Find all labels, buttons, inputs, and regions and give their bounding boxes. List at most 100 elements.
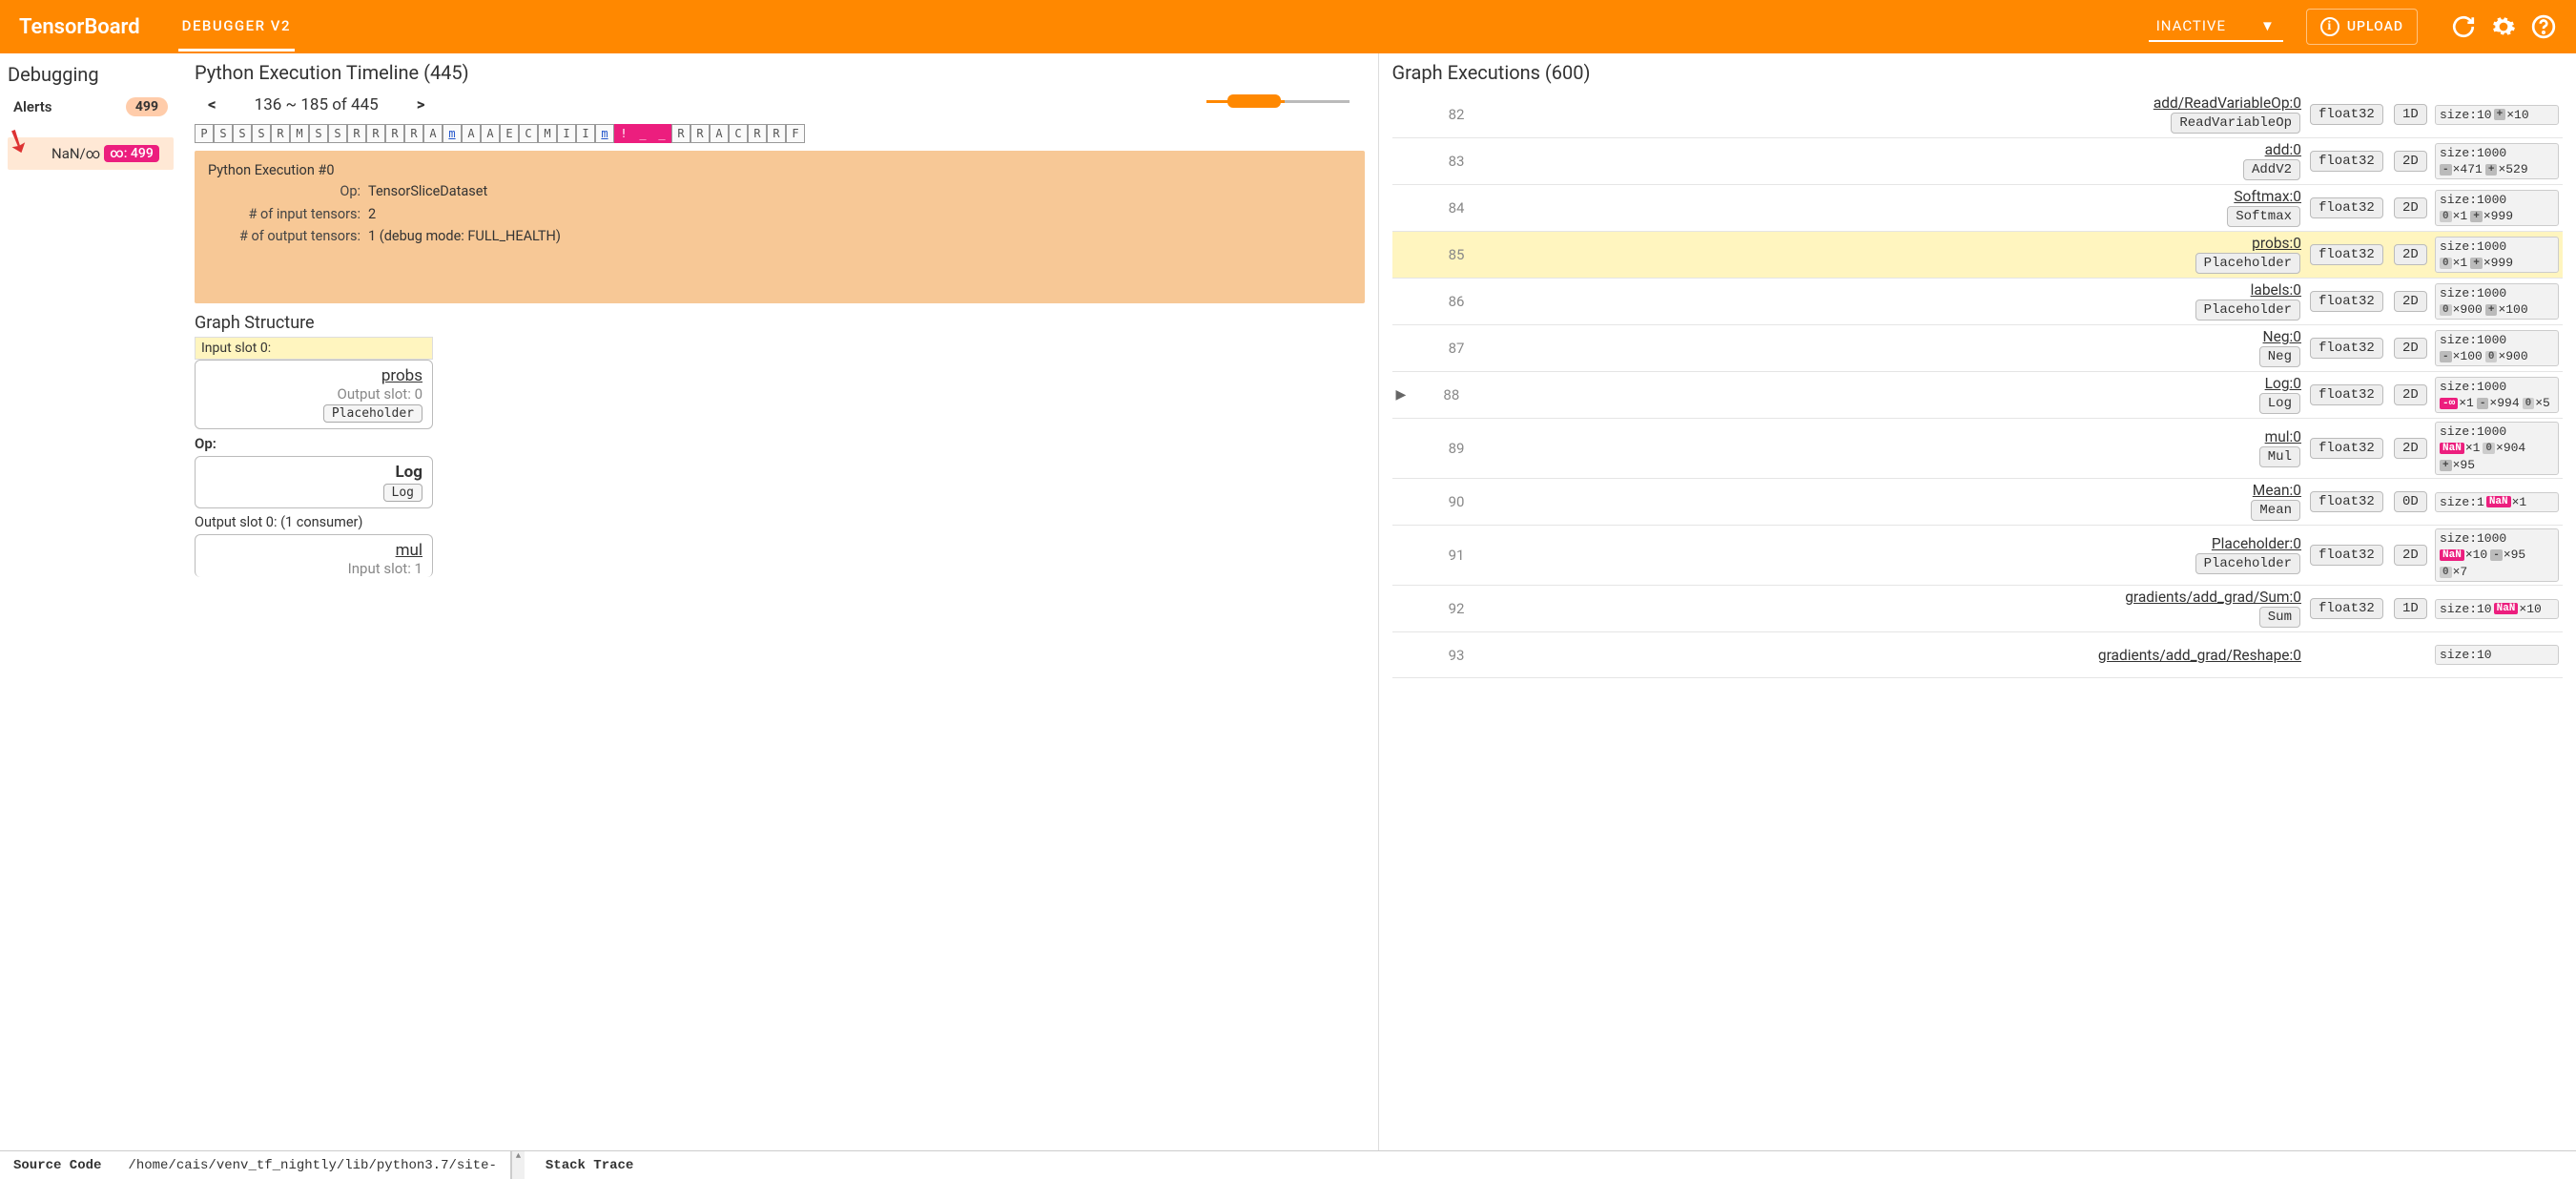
tensor-name[interactable]: Softmax:0: [1473, 188, 2302, 205]
input-node-meta: Output slot: 0: [205, 385, 422, 403]
graph-exec-list[interactable]: 82add/ReadVariableOp:0ReadVariableOpfloa…: [1392, 92, 2564, 1145]
timeline-cell[interactable]: A: [710, 124, 729, 143]
timeline-cell[interactable]: m: [595, 124, 614, 143]
tensor-name[interactable]: mul:0: [1473, 428, 2302, 445]
shape-pill: 2D: [2394, 338, 2427, 359]
op-pill: Mul: [2259, 446, 2300, 467]
input-node-op-pill: Placeholder: [323, 404, 422, 423]
graph-exec-panel: ➘ Graph Executions (600) 82add/ReadVaria…: [1379, 53, 2576, 1150]
graph-exec-title: Graph Executions (600): [1392, 61, 2564, 84]
tensor-name[interactable]: probs:0: [1473, 235, 2302, 252]
timeline-cell[interactable]: S: [309, 124, 328, 143]
timeline-nav: < 136 ~ 185 of 445 >: [195, 92, 1365, 118]
graph-exec-row[interactable]: 85probs:0Placeholderfloat322Dsize:10000×…: [1392, 232, 2564, 279]
timeline-cell[interactable]: I: [576, 124, 595, 143]
graph-structure-title: Graph Structure: [195, 313, 1365, 333]
tensor-name[interactable]: Mean:0: [1473, 482, 2302, 499]
timeline-cell[interactable]: S: [233, 124, 252, 143]
op-pill: ReadVariableOp: [2171, 113, 2300, 134]
timeline-cell[interactable]: R: [671, 124, 690, 143]
timeline-cell[interactable]: R: [404, 124, 423, 143]
timeline-cell[interactable]: R: [690, 124, 710, 143]
graph-exec-row[interactable]: 91Placeholder:0Placeholderfloat322Dsize:…: [1392, 526, 2564, 586]
timeline-cell[interactable]: E: [500, 124, 519, 143]
graph-exec-row[interactable]: 86labels:0Placeholderfloat322Dsize:10000…: [1392, 279, 2564, 325]
tensor-name[interactable]: Placeholder:0: [1473, 535, 2302, 552]
help-icon[interactable]: [2530, 13, 2557, 40]
exec-output-label: # of output tensors:: [208, 226, 361, 247]
timeline-cell[interactable]: R: [748, 124, 767, 143]
op-pill: Placeholder: [2195, 253, 2300, 274]
timeline-cell[interactable]: M: [290, 124, 309, 143]
dtype-pill: float32: [2310, 291, 2383, 312]
timeline-cell[interactable]: A: [423, 124, 443, 143]
graph-exec-row[interactable]: 87Neg:0Negfloat322Dsize:1000-×1000×900: [1392, 325, 2564, 372]
tensor-stats: size:1000-×471+×529: [2435, 143, 2559, 179]
tensor-stats: size:10: [2435, 645, 2559, 665]
scroll-up-icon[interactable]: ▲: [511, 1151, 525, 1179]
timeline-cell[interactable]: R: [271, 124, 290, 143]
timeline-cell[interactable]: R: [347, 124, 366, 143]
timeline-cell[interactable]: _: [652, 124, 671, 143]
timeline-cell[interactable]: R: [385, 124, 404, 143]
graph-exec-row[interactable]: 93gradients/add_grad/Reshape:0size:10: [1392, 632, 2564, 678]
footer: Source Code /home/cais/venv_tf_nightly/l…: [0, 1150, 2576, 1179]
op-node-box[interactable]: Log Log: [195, 456, 433, 508]
output-node-name: mul: [205, 541, 422, 560]
input-node-box[interactable]: probs Output slot: 0 Placeholder: [195, 360, 433, 429]
graph-exec-row[interactable]: 92gradients/add_grad/Sum:0Sumfloat321Dsi…: [1392, 586, 2564, 632]
row-index: 84: [1417, 199, 1465, 217]
timeline-next-button[interactable]: >: [417, 95, 425, 114]
refresh-icon[interactable]: [2450, 13, 2477, 40]
timeline-cell[interactable]: F: [786, 124, 805, 143]
tensor-name[interactable]: labels:0: [1473, 281, 2302, 299]
timeline-cell[interactable]: S: [252, 124, 271, 143]
timeline-cell[interactable]: R: [767, 124, 786, 143]
timeline-cell[interactable]: S: [214, 124, 233, 143]
shape-pill: 2D: [2394, 197, 2427, 218]
timeline-cell[interactable]: _: [633, 124, 652, 143]
timeline-prev-button[interactable]: <: [208, 95, 216, 114]
main-layout: Debugging Alerts 499 ➘ NaN/∞ ∞: 499 Pyth…: [0, 53, 2576, 1150]
timeline-cell[interactable]: S: [328, 124, 347, 143]
timeline-cell[interactable]: C: [519, 124, 538, 143]
timeline-cell[interactable]: C: [729, 124, 748, 143]
shape-pill: 2D: [2394, 384, 2427, 405]
output-node-box[interactable]: mul Input slot: 1: [195, 534, 433, 577]
graph-exec-row[interactable]: ▶88Log:0Logfloat322Dsize:1000-∞×1-×9940×…: [1392, 372, 2564, 419]
settings-icon[interactable]: [2490, 13, 2517, 40]
timeline-cell[interactable]: A: [481, 124, 500, 143]
graph-exec-row[interactable]: 89mul:0Mulfloat322Dsize:1000NaN×10×904+×…: [1392, 419, 2564, 479]
tensor-name[interactable]: gradients/add_grad/Sum:0: [1473, 589, 2302, 606]
tensor-name[interactable]: add:0: [1473, 141, 2302, 158]
sidebar: Debugging Alerts 499 ➘ NaN/∞ ∞: 499: [0, 53, 181, 1150]
timeline-cell[interactable]: A: [462, 124, 481, 143]
timeline-slider[interactable]: [1206, 92, 1350, 111]
graph-exec-row[interactable]: 83add:0AddV2float322Dsize:1000-×471+×529: [1392, 138, 2564, 185]
tensor-name[interactable]: gradients/add_grad/Reshape:0: [1473, 647, 2302, 664]
graph-exec-row[interactable]: 82add/ReadVariableOp:0ReadVariableOpfloa…: [1392, 92, 2564, 138]
tab-debugger-v2[interactable]: DEBUGGER V2: [178, 2, 295, 52]
graph-exec-row[interactable]: 90Mean:0Meanfloat320Dsize:1NaN×1: [1392, 479, 2564, 526]
timeline-cell[interactable]: P: [195, 124, 214, 143]
alerts-count-badge: 499: [126, 97, 168, 116]
mode-select[interactable]: INACTIVE ▼: [2149, 11, 2283, 42]
tensor-name[interactable]: add/ReadVariableOp:0: [1473, 94, 2302, 112]
alert-item-nan[interactable]: ➘ NaN/∞ ∞: 499: [8, 137, 174, 170]
timeline-cell[interactable]: R: [366, 124, 385, 143]
timeline-cell[interactable]: m: [443, 124, 462, 143]
stack-trace-label: Stack Trace: [532, 1158, 647, 1173]
play-icon: ▶: [1396, 387, 1407, 403]
source-code-label: Source Code: [0, 1158, 114, 1173]
tensor-name[interactable]: Neg:0: [1473, 328, 2302, 345]
tensor-stats: size:10+×10: [2435, 105, 2559, 125]
tensor-name[interactable]: Log:0: [1467, 375, 2301, 392]
row-index: 92: [1417, 600, 1465, 617]
upload-button[interactable]: i UPLOAD: [2306, 9, 2418, 45]
brand: TensorBoard: [19, 15, 140, 39]
graph-exec-row[interactable]: 84Softmax:0Softmaxfloat322Dsize:10000×1+…: [1392, 185, 2564, 232]
timeline-cell[interactable]: M: [538, 124, 557, 143]
timeline-cell[interactable]: !: [614, 124, 633, 143]
timeline-cell[interactable]: I: [557, 124, 576, 143]
row-index: 83: [1417, 153, 1465, 170]
